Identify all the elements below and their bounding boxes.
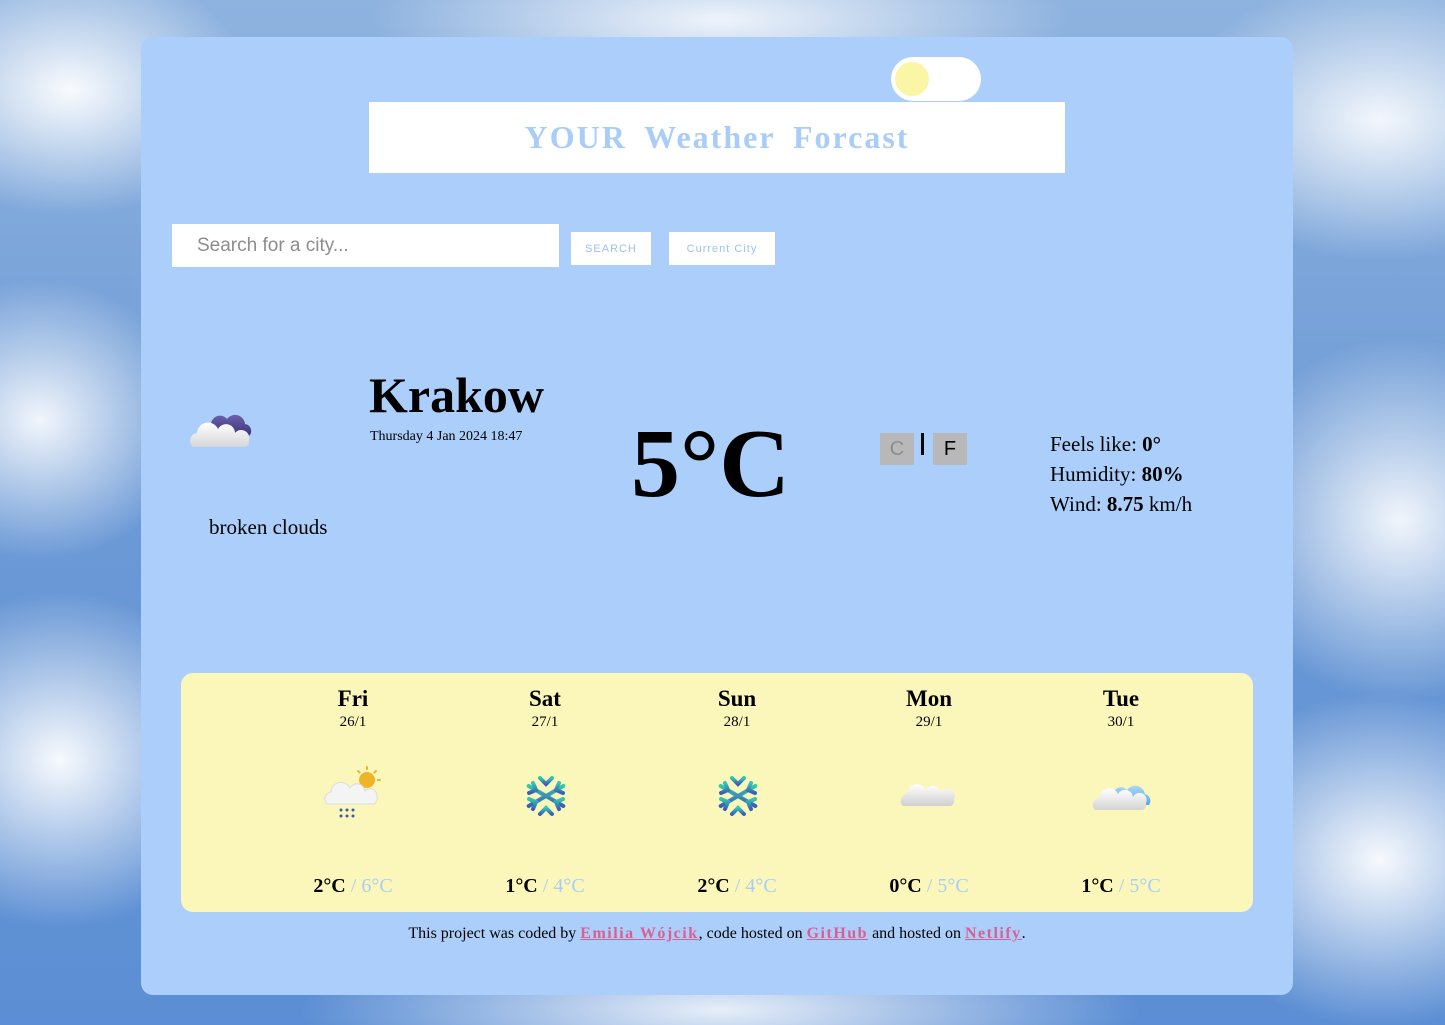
current-temperature: 5°C: [631, 410, 790, 518]
forecast-day-name: Mon: [906, 686, 952, 711]
weather-card: YOUR Weather Forcast SEARCH Current City…: [141, 37, 1293, 995]
forecast-max-temp: 5°C: [1129, 875, 1161, 897]
city-name: Krakow: [369, 367, 544, 423]
forecast-max-temp: 4°C: [553, 875, 585, 897]
humidity-row: Humidity: 80%: [1050, 459, 1192, 489]
current-city-button[interactable]: Current City: [669, 232, 775, 265]
snowflake-icon: [718, 774, 758, 818]
search-button[interactable]: SEARCH: [571, 232, 651, 265]
forecast-panel: Fri 26/1 2°C / 6°C Sat 27/1 1°C / 4°C Su…: [181, 673, 1253, 912]
broken-clouds-icon: [190, 414, 252, 447]
fahrenheit-button[interactable]: F: [933, 433, 967, 465]
forecast-date: 30/1: [1107, 714, 1135, 730]
forecast-date: 26/1: [339, 714, 367, 730]
feels-like-row: Feels like: 0°: [1050, 429, 1192, 459]
current-datetime: Thursday 4 Jan 2024 18:47: [370, 429, 523, 444]
forecast-temps: 2°C / 4°C: [641, 875, 833, 898]
forecast-temp-separator: /: [729, 875, 746, 897]
forecast-day-name: Sun: [717, 686, 757, 711]
title-box: YOUR Weather Forcast: [369, 102, 1065, 173]
footer-text: This project was coded by: [408, 925, 581, 942]
snowflake-icon: [526, 774, 566, 818]
cloud-icon: [900, 784, 955, 806]
author-link[interactable]: Emilia Wójcik: [580, 925, 698, 942]
wind-label: Wind:: [1050, 492, 1107, 516]
celsius-button[interactable]: C: [880, 433, 914, 465]
forecast-temps: 2°C / 6°C: [257, 875, 449, 898]
page-title: YOUR Weather Forcast: [524, 119, 910, 155]
github-link[interactable]: GitHub: [807, 925, 868, 942]
footer-text: , code hosted on: [698, 925, 807, 942]
forecast-min-temp: 1°C: [505, 875, 538, 897]
forecast-temps: 1°C / 4°C: [449, 875, 641, 898]
rain-sun-icon: [324, 766, 381, 818]
wind-row: Wind: 8.75 km/h: [1050, 489, 1192, 519]
wind-value: 8.75: [1106, 492, 1144, 516]
forecast-day-name: Sat: [529, 686, 561, 711]
search-input[interactable]: [172, 224, 559, 267]
weather-description: broken clouds: [209, 515, 328, 539]
forecast-temp-separator: /: [1113, 875, 1130, 897]
forecast-date: 28/1: [723, 714, 751, 730]
feels-like-label: Feels like:: [1050, 432, 1143, 456]
netlify-link[interactable]: Netlify: [965, 925, 1022, 942]
forecast-max-temp: 5°C: [937, 875, 969, 897]
forecast-temp-separator: /: [537, 875, 554, 897]
theme-toggle[interactable]: [891, 57, 981, 101]
forecast-min-temp: 2°C: [313, 875, 346, 897]
forecast-min-temp: 0°C: [889, 875, 922, 897]
forecast-max-temp: 4°C: [745, 875, 777, 897]
forecast-day-name: Tue: [1102, 686, 1140, 711]
footer: This project was coded by Emilia Wójcik,…: [141, 925, 1293, 943]
unit-divider: [921, 433, 924, 455]
humidity-value: 80%: [1141, 462, 1184, 486]
forecast-min-temp: 2°C: [697, 875, 730, 897]
forecast-temps: 1°C / 5°C: [1025, 875, 1217, 898]
sun-toggle-knob[interactable]: [895, 62, 929, 96]
forecast-temp-separator: /: [345, 875, 362, 897]
footer-text: .: [1021, 925, 1026, 942]
forecast-temps: 0°C / 5°C: [833, 875, 1025, 898]
humidity-label: Humidity:: [1050, 462, 1142, 486]
forecast-max-temp: 6°C: [361, 875, 393, 897]
forecast-min-temp: 1°C: [1081, 875, 1114, 897]
forecast-day-name: Fri: [337, 686, 369, 711]
weather-details: Feels like: 0° Humidity: 80% Wind: 8.75 …: [1050, 429, 1192, 519]
forecast-date: 29/1: [915, 714, 943, 730]
forecast-temp-separator: /: [921, 875, 938, 897]
wind-unit: km/h: [1143, 492, 1193, 516]
feels-like-value: 0°: [1142, 432, 1162, 456]
clouds-icon: [1092, 785, 1151, 810]
forecast-date: 27/1: [531, 714, 559, 730]
footer-text: and hosted on: [868, 925, 965, 942]
